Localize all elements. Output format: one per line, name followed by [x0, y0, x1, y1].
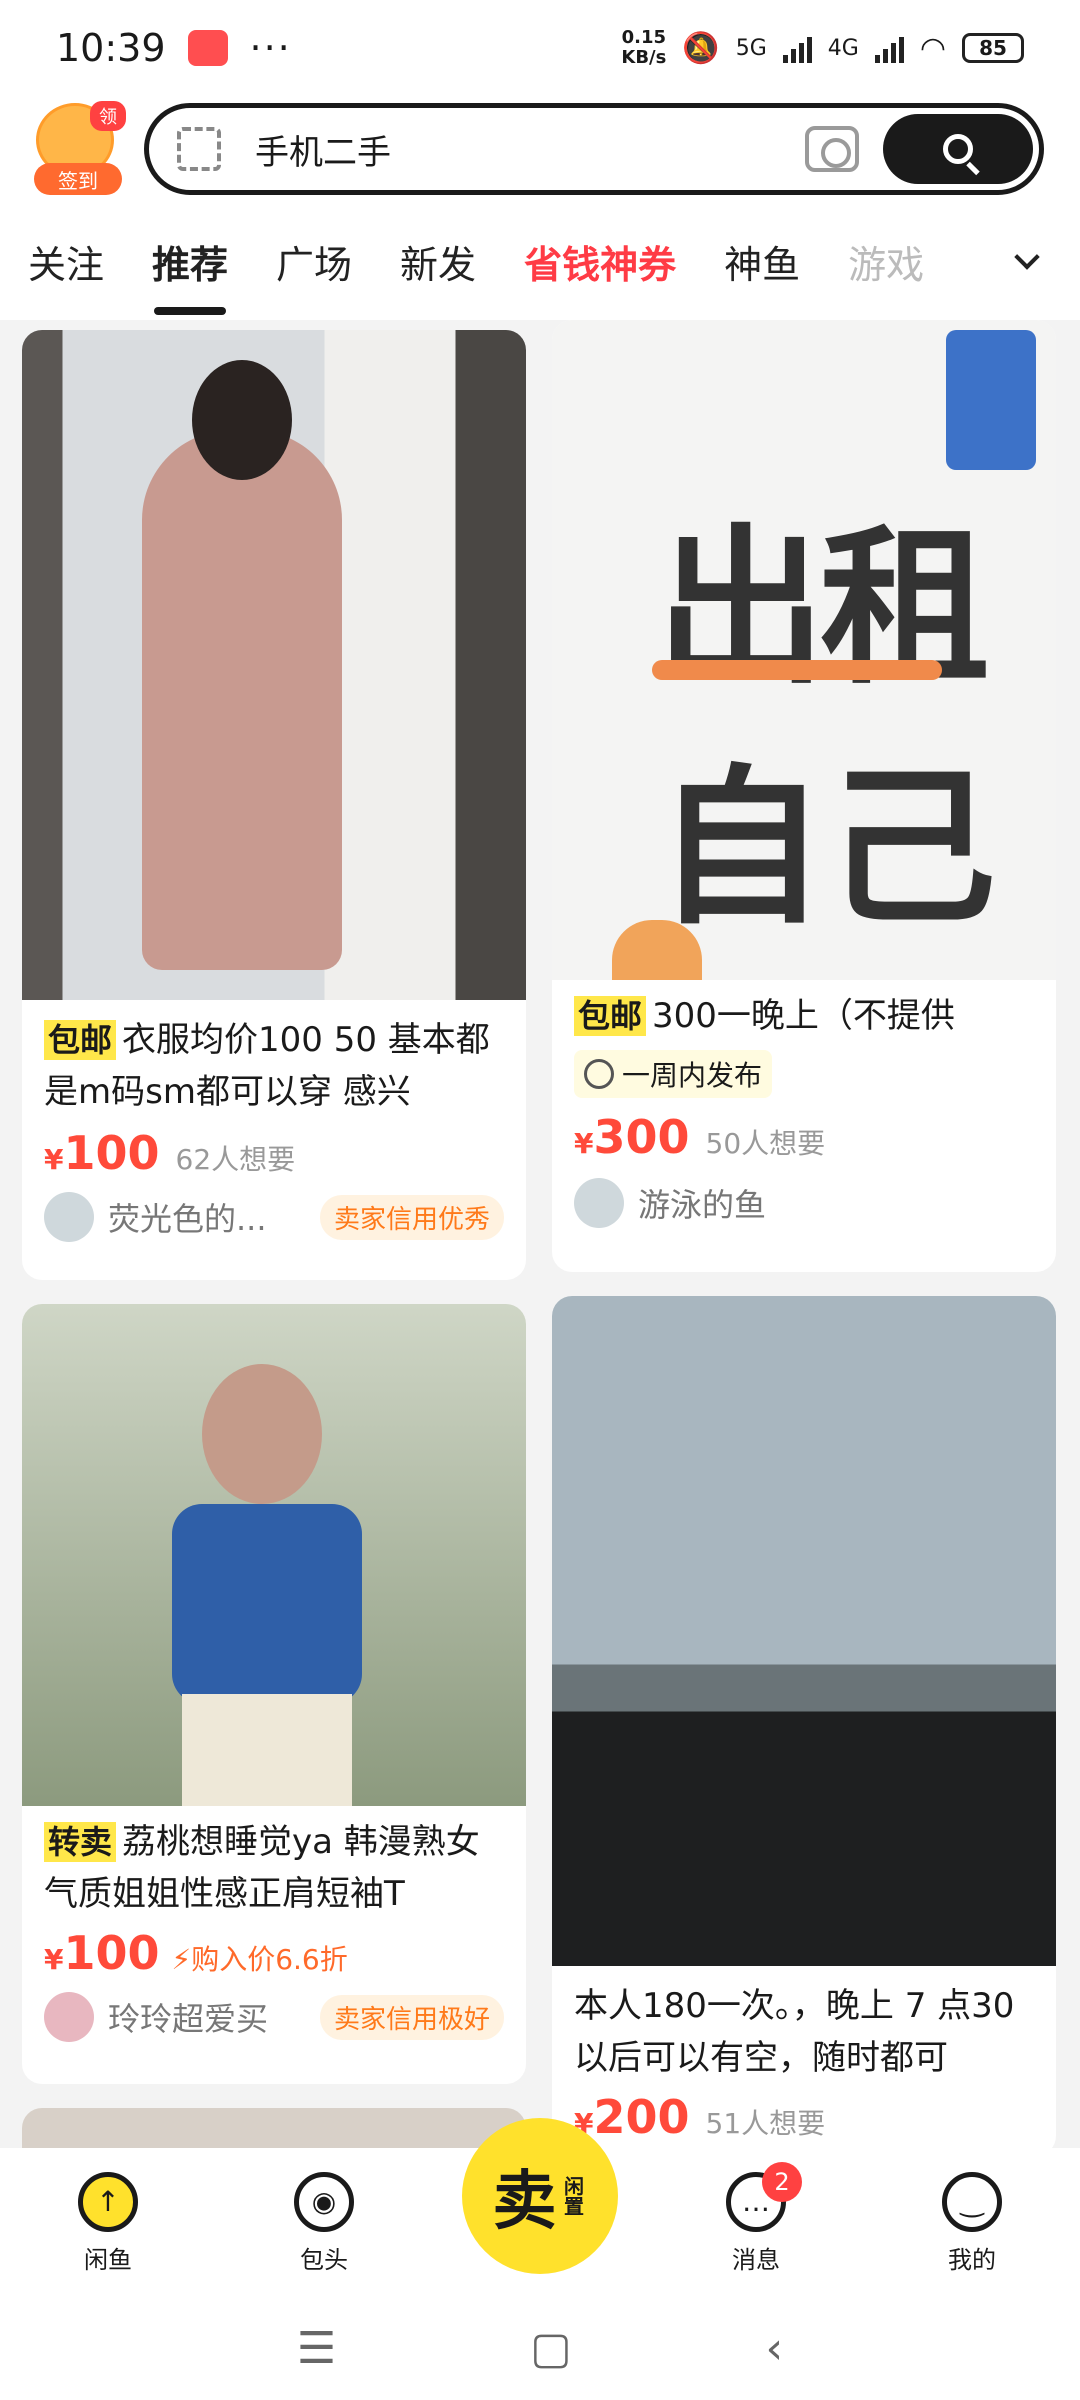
net-5g-label: 5G — [735, 35, 767, 61]
search-icon — [943, 134, 973, 164]
tab-follow[interactable]: 关注 — [28, 234, 104, 289]
sell-button[interactable]: 卖闲置 — [462, 2118, 618, 2274]
product-price: ¥200 51人想要 — [574, 2090, 826, 2144]
tab-recommend[interactable]: 推荐 — [152, 234, 228, 315]
nav-messages-label: 消息 — [732, 2245, 780, 2274]
signin-label: 签到 — [34, 163, 122, 195]
product-card[interactable]: 转卖 荔桃想睡觉ya 韩漫熟女气质姐姐性感正肩短袖T ¥100 ⚡购入价6.6折 玲… — [22, 1304, 526, 2084]
menu-icon[interactable]: ☰ — [297, 2323, 336, 2374]
product-image — [552, 1296, 1056, 1966]
camera-icon[interactable] — [805, 126, 859, 172]
signal-icon-2 — [874, 33, 904, 63]
mute-bell-icon: 🔕 — [682, 30, 720, 66]
network-speed: 0.15 KB/s — [621, 27, 667, 68]
nav-home[interactable]: ↑ 闲鱼 — [0, 2171, 216, 2275]
product-price: ¥100 ⚡购入价6.6折 — [44, 1926, 348, 1980]
product-price: ¥100 62人想要 — [44, 1126, 296, 1180]
tab-square[interactable]: 广场 — [276, 234, 352, 289]
product-card[interactable]: 出租 自己 包邮 300一晚上（不提供 一周内发布 ¥300 50人想要 游泳的鱼 — [552, 320, 1056, 1272]
free-shipping-tag: 包邮 — [44, 1020, 117, 1060]
category-tabs: 关注 推荐 广场 新发 省钱神券 神鱼 游戏 — [0, 202, 1080, 320]
credit-badge: 卖家信用优秀 — [319, 1194, 504, 1240]
status-bar: 10:39 ··· 0.15 KB/s 🔕 5G 4G ◠ 85 — [0, 0, 1080, 96]
product-image — [22, 330, 526, 1000]
clock-time: 10:39 — [56, 26, 166, 70]
product-card[interactable]: 包邮 衣服均价100 50 基本都是m码sm都可以穿 感兴 ¥100 62人想要 荧… — [22, 330, 526, 1280]
tab-games[interactable]: 游戏 — [848, 234, 924, 289]
smile-icon: ‿ — [942, 2171, 1002, 2232]
credit-badge: 卖家信用极好 — [319, 1994, 504, 2040]
more-notifications-icon: ··· — [249, 26, 292, 70]
nav-me-label: 我的 — [948, 2245, 996, 2274]
sell-label: 卖 — [492, 2165, 557, 2239]
product-image: 出租 自己 — [552, 320, 1056, 980]
location-icon: ◉ — [294, 2171, 354, 2232]
tab-new[interactable]: 新发 — [400, 234, 476, 289]
bottom-navigation: ↑ 闲鱼 ◉ 包头 … 2 消息 ‿ 我的 卖闲置 ☰ ▢ ‹ — [0, 2118, 1080, 2400]
nav-location-label: 包头 — [300, 2245, 348, 2274]
nav-me[interactable]: ‿ 我的 — [864, 2171, 1080, 2275]
system-nav: ☰ ▢ ‹ — [0, 2298, 1080, 2398]
product-card[interactable]: 本人180一次。，晚上 7 点30以后可以有空，随时都可 ¥200 51人想要 — [552, 1296, 1056, 2156]
message-count-badge: 2 — [762, 2161, 802, 2202]
avatar[interactable] — [574, 1178, 624, 1228]
top-header: 领 签到 手机二手 — [0, 96, 1080, 202]
avatar[interactable] — [44, 1192, 94, 1242]
tab-coupons[interactable]: 省钱神券 — [524, 234, 676, 289]
product-image — [22, 1304, 526, 1806]
seller-name[interactable]: 游泳的鱼 — [638, 1180, 766, 1226]
net-4g-label: 4G — [827, 35, 859, 61]
clock-icon — [584, 1059, 614, 1089]
seller-name[interactable]: 玲玲超爱买 — [108, 1994, 268, 2040]
wifi-icon: ◠ — [919, 30, 946, 66]
app-notification-icon — [187, 30, 228, 66]
resale-tag: 转卖 — [44, 1822, 117, 1862]
product-title: 本人180一次。，晚上 7 点30以后可以有空，随时都可 — [574, 1986, 1015, 2078]
claim-badge: 领 — [90, 101, 126, 131]
nav-location[interactable]: ◉ 包头 — [216, 2171, 432, 2275]
discount-info: ⚡购入价6.6折 — [171, 1943, 348, 1976]
search-bar[interactable]: 手机二手 — [144, 103, 1044, 195]
nav-home-label: 闲鱼 — [84, 2245, 132, 2274]
tab-shenyu[interactable]: 神鱼 — [724, 234, 800, 289]
sell-sub-label: 闲置 — [560, 2176, 585, 2216]
avatar[interactable] — [44, 1992, 94, 2042]
want-count: 51人想要 — [705, 2107, 826, 2140]
nav-messages[interactable]: … 2 消息 — [648, 2161, 864, 2275]
want-count: 62人想要 — [175, 1143, 296, 1176]
search-button[interactable] — [883, 114, 1033, 184]
seller-name[interactable]: 荧光色的... — [108, 1194, 267, 1240]
search-input[interactable]: 手机二手 — [255, 125, 391, 174]
free-shipping-tag: 包邮 — [574, 996, 647, 1036]
back-icon[interactable]: ‹ — [765, 2323, 783, 2374]
signal-icon — [782, 33, 812, 63]
scan-icon[interactable] — [177, 127, 221, 171]
signin-button[interactable]: 领 签到 — [30, 101, 126, 197]
product-price: ¥300 50人想要 — [574, 1110, 826, 1164]
chevron-down-icon[interactable] — [1014, 244, 1040, 270]
image-text-2: 自己 — [656, 750, 997, 948]
want-count: 50人想要 — [705, 1127, 826, 1160]
publish-time: 一周内发布 — [574, 1050, 773, 1098]
up-arrow-icon: ↑ — [78, 2171, 138, 2232]
battery-icon: 85 — [962, 33, 1024, 63]
home-square-icon[interactable]: ▢ — [530, 2323, 572, 2374]
product-title: 300一晚上（不提供 — [652, 996, 955, 1036]
